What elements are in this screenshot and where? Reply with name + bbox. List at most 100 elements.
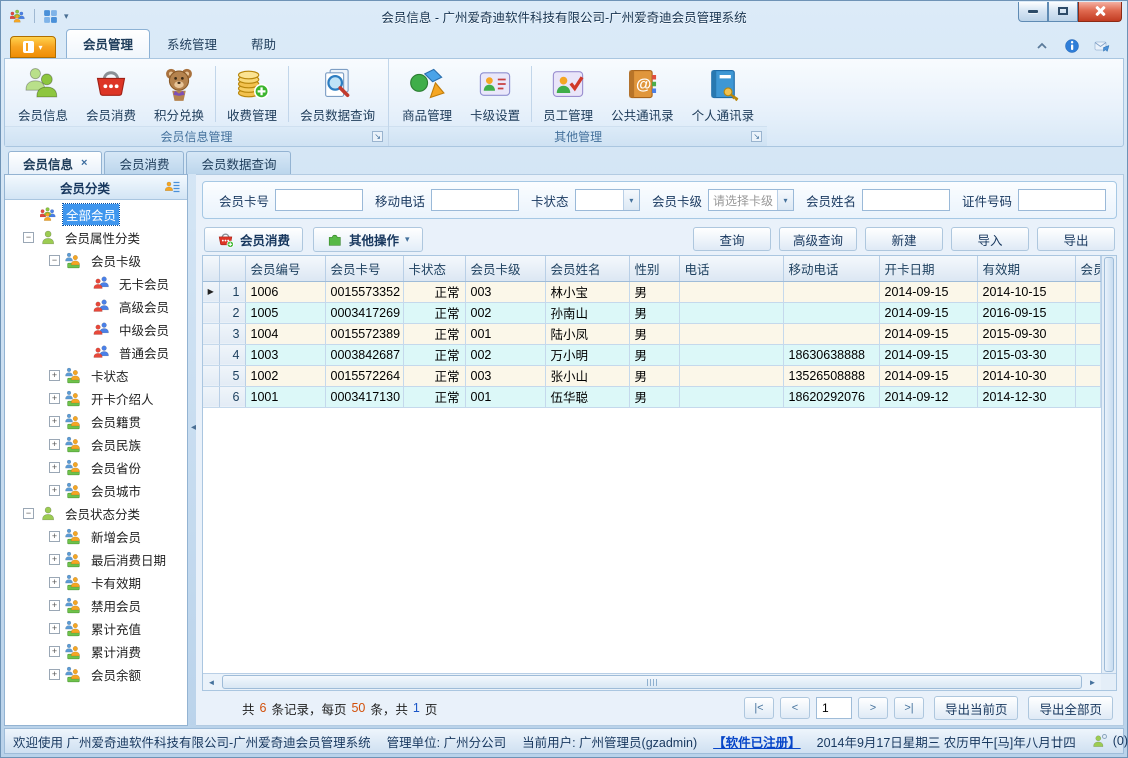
table-row[interactable]: 3 1004 0015572389 正常 001 陆小凤男 2014-09-15 2015-0… [203, 323, 1101, 345]
table-cell[interactable] [679, 365, 784, 387]
horizontal-scrollbar[interactable] [203, 673, 1101, 690]
tree-item[interactable]: 高级会员 [5, 295, 187, 318]
collapse-icon[interactable] [49, 255, 60, 266]
column-header[interactable]: 移动电话 [783, 256, 880, 282]
vertical-scrollbar[interactable] [1101, 256, 1116, 673]
tree-item[interactable]: 会员籍贯 [5, 410, 187, 433]
export-current-page-button[interactable]: 导出当前页 [933, 696, 1019, 720]
ribbon-tab-1[interactable]: 系统管理 [150, 29, 234, 58]
table-cell[interactable]: 18630638888 [783, 344, 880, 366]
filter-select-3[interactable]: 请选择卡级 [707, 189, 794, 211]
dropdown-arrow-icon[interactable]: ▾ [64, 11, 69, 22]
chevron-down-icon[interactable] [776, 190, 793, 210]
about-icon[interactable] [1064, 38, 1080, 54]
ribbon-tab-0[interactable]: 会员管理 [66, 29, 151, 58]
table-cell[interactable]: 1005 [245, 302, 326, 324]
tree-item[interactable]: 新增会员 [5, 525, 187, 548]
ribbon-button[interactable]: 个人通讯录 [683, 62, 764, 126]
tree-item[interactable]: 中级会员 [5, 318, 187, 341]
table-cell[interactable]: 男 [629, 386, 680, 408]
column-header[interactable]: 会员姓名 [545, 256, 630, 282]
tree-item[interactable]: 累计充值 [5, 617, 187, 640]
table-cell[interactable] [1075, 386, 1101, 408]
table-cell[interactable]: 1004 [245, 323, 326, 345]
collapse-ribbon-icon[interactable] [1034, 38, 1050, 54]
expand-icon[interactable] [49, 439, 60, 450]
filter-input-4[interactable] [861, 189, 950, 211]
table-cell[interactable]: 0015572389 [325, 323, 404, 345]
table-cell[interactable]: 2015-09-30 [977, 323, 1076, 345]
ribbon-button[interactable]: 员工管理 [534, 62, 602, 126]
table-cell[interactable] [1075, 302, 1101, 324]
table-cell[interactable]: 003 [465, 281, 546, 303]
table-cell[interactable]: 0003417130 [325, 386, 404, 408]
table-cell[interactable]: 0003417269 [325, 302, 404, 324]
expand-icon[interactable] [49, 600, 60, 611]
ribbon-button[interactable]: 收费管理 [218, 62, 286, 126]
sidebar-splitter[interactable]: ◂ [188, 174, 196, 726]
table-cell[interactable]: 男 [629, 323, 680, 345]
horizontal-scrollbar-thumb[interactable] [222, 675, 1082, 689]
table-row[interactable]: ▶ 1 1006 0015573352 正常 003 林小宝男 2014-09-15 2014-… [203, 281, 1101, 303]
table-cell[interactable]: 男 [629, 302, 680, 324]
action-button[interactable]: 导入 [951, 227, 1029, 251]
column-header[interactable]: 会员卡号 [325, 256, 404, 282]
table-cell[interactable]: 2014-09-15 [879, 281, 978, 303]
tree-item[interactable]: 全部会员 [5, 203, 187, 226]
table-cell[interactable]: 002 [465, 344, 546, 366]
table-cell[interactable]: 2014-09-15 [879, 302, 978, 324]
ribbon-button[interactable]: 会员消费 [77, 62, 145, 126]
column-header[interactable]: 会员 [1075, 256, 1101, 282]
vertical-scrollbar-thumb[interactable] [1104, 257, 1114, 672]
expand-icon[interactable] [49, 669, 60, 680]
doc-tab[interactable]: 会员消费 [104, 151, 185, 174]
restore-button[interactable] [1048, 1, 1078, 22]
toolbar-button[interactable]: 其他操作 ▾ [313, 226, 423, 252]
tree-item[interactable]: 卡有效期 [5, 571, 187, 594]
tree-item[interactable]: 开卡介绍人 [5, 387, 187, 410]
table-cell[interactable]: 正常 [403, 365, 466, 387]
table-row[interactable]: 2 1005 0003417269 正常 002 孙南山男 2014-09-15 2016-0… [203, 302, 1101, 324]
tree-item[interactable]: 会员余额 [5, 663, 187, 686]
tree-item[interactable]: 会员省份 [5, 456, 187, 479]
expand-icon[interactable] [49, 531, 60, 542]
ribbon-button[interactable]: 会员数据查询 [291, 62, 384, 126]
dialog-launcher-icon[interactable] [372, 131, 384, 142]
doc-tab[interactable]: 会员数据查询 [186, 151, 292, 174]
column-header[interactable]: 卡状态 [403, 256, 466, 282]
filter-input-5[interactable] [1018, 189, 1106, 211]
expand-icon[interactable] [49, 462, 60, 473]
tree-item[interactable]: 无卡会员 [5, 272, 187, 295]
table-cell[interactable]: 0015572264 [325, 365, 404, 387]
table-cell[interactable]: 2014-10-15 [977, 281, 1076, 303]
collapse-icon[interactable] [23, 232, 34, 243]
table-cell[interactable]: 0003842687 [325, 344, 404, 366]
table-cell[interactable] [783, 281, 880, 303]
action-button[interactable]: 导出 [1037, 227, 1115, 251]
table-row[interactable]: 6 1001 0003417130 正常 001 伍华聪男 18620292076 2014-… [203, 386, 1101, 408]
table-cell[interactable]: 2016-09-15 [977, 302, 1076, 324]
filter-select-2[interactable] [574, 189, 640, 211]
toolbar-button[interactable]: 会员消费 [204, 226, 304, 252]
table-cell[interactable]: 2015-03-30 [977, 344, 1076, 366]
expand-icon[interactable] [49, 646, 60, 657]
tree-item[interactable]: 会员卡级 [5, 249, 187, 272]
first-page-button[interactable]: |< [743, 697, 774, 719]
table-cell[interactable]: 伍华聪 [545, 386, 630, 408]
table-cell[interactable]: 男 [629, 281, 680, 303]
collapse-sidebar-icon[interactable]: ◂ [191, 422, 196, 433]
scroll-left-icon[interactable] [203, 674, 220, 690]
table-cell[interactable]: 2014-09-15 [879, 344, 978, 366]
next-page-button[interactable]: > [857, 697, 888, 719]
expand-icon[interactable] [49, 370, 60, 381]
table-cell[interactable]: 2014-09-15 [879, 365, 978, 387]
table-cell[interactable]: 0015573352 [325, 281, 404, 303]
table-cell[interactable]: 2014-10-30 [977, 365, 1076, 387]
ribbon-button[interactable]: 商品管理 [393, 62, 461, 126]
minimize-button[interactable] [1018, 1, 1048, 22]
expand-icon[interactable] [49, 554, 60, 565]
ribbon-button[interactable]: @ 公共通讯录 [602, 62, 683, 126]
feedback-icon[interactable] [1094, 38, 1110, 54]
table-cell[interactable] [679, 344, 784, 366]
action-button[interactable]: 新建 [865, 227, 943, 251]
